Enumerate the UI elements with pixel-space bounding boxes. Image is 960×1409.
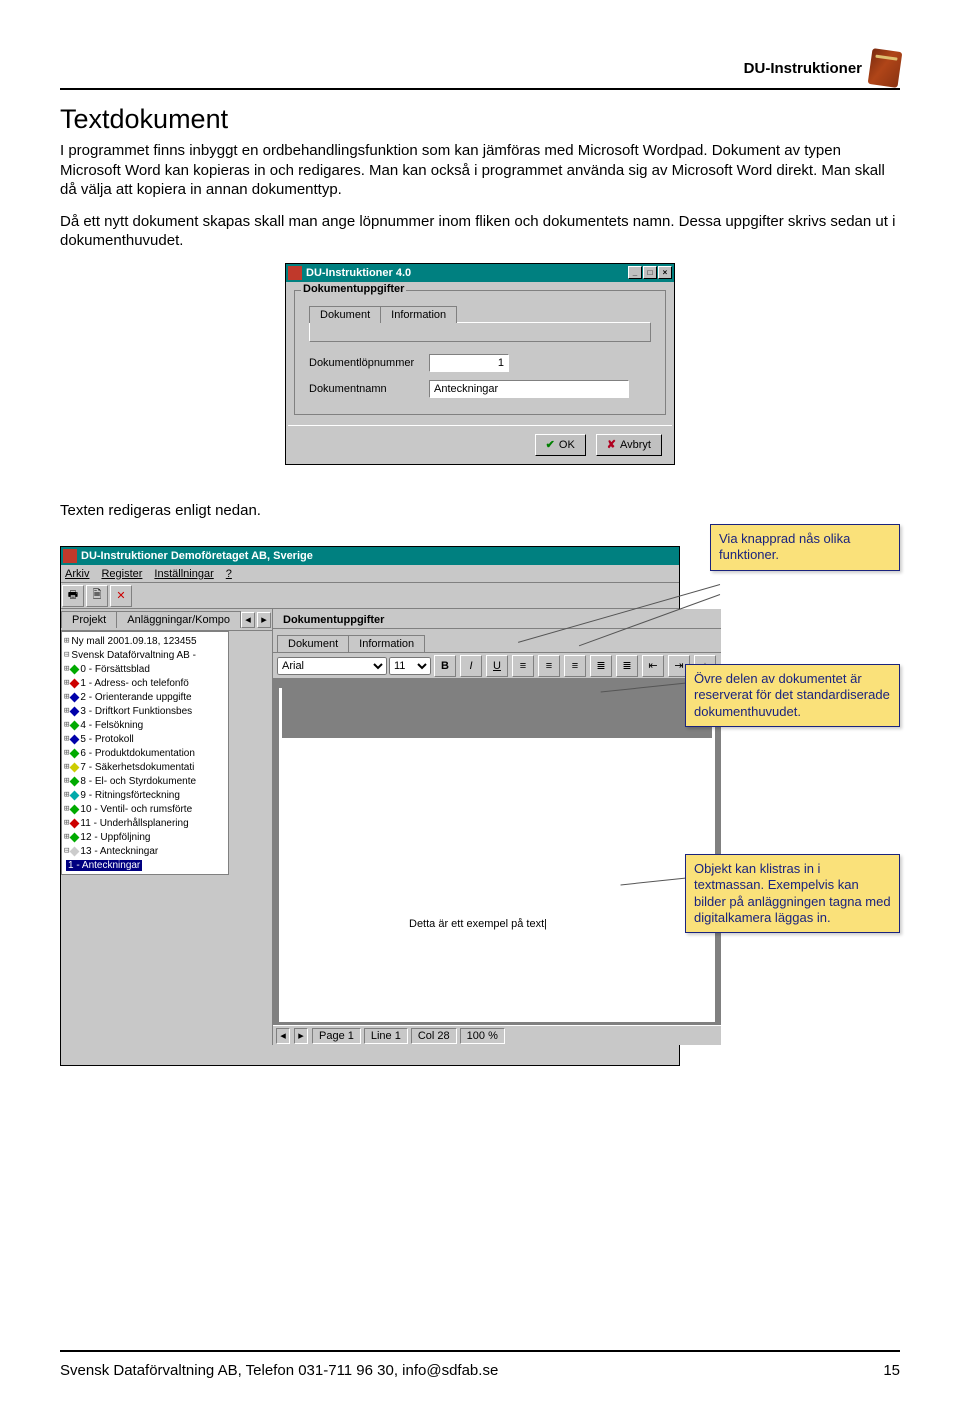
- group-legend: Dokumentuppgifter: [301, 283, 406, 295]
- new-button[interactable]: 🗎: [86, 585, 108, 607]
- paragraph-1: I programmet finns inbyggt en ordbehandl…: [60, 141, 900, 200]
- print-button[interactable]: 🖶: [62, 585, 84, 607]
- tree-item[interactable]: ⊞6 - Produktdokumentation: [64, 746, 226, 760]
- numbering-button[interactable]: ≣: [616, 655, 638, 677]
- italic-button[interactable]: I: [460, 655, 482, 677]
- align-center-button[interactable]: ≡: [538, 655, 560, 677]
- rule: [60, 88, 900, 90]
- menu-installningar[interactable]: Inställningar: [154, 568, 213, 580]
- status-page: Page 1: [312, 1028, 361, 1044]
- tab-information[interactable]: Information: [380, 306, 457, 323]
- tree-item[interactable]: ⊞1 - Adress- och telefonfö: [64, 676, 226, 690]
- footer-org: Svensk Dataförvaltning AB, Telefon 031-7…: [60, 1362, 498, 1379]
- check-icon: ✔: [546, 438, 555, 451]
- dialog-document-properties: DU-Instruktioner 4.0 _ □ × Dokumentuppgi…: [285, 263, 675, 465]
- callout-toolbar: Via knapprad nås olika funktioner.: [710, 524, 900, 571]
- label-docnumber: Dokumentlöpnummer: [309, 357, 429, 369]
- nav-projekt[interactable]: Projekt: [61, 611, 117, 628]
- app-icon: [63, 549, 77, 563]
- tree-item[interactable]: ⊞12 - Uppföljning: [64, 830, 226, 844]
- input-docname[interactable]: [429, 380, 629, 398]
- bold-button[interactable]: B: [434, 655, 456, 677]
- page-title: Textdokument: [60, 104, 900, 135]
- callout-objects: Objekt kan klistras in i textmassan. Exe…: [685, 854, 900, 933]
- tree-item[interactable]: ⊞8 - El- och Styrdokumente: [64, 774, 226, 788]
- tab-information[interactable]: Information: [348, 635, 425, 652]
- editor-window: DU-Instruktioner Demoföretaget AB, Sveri…: [60, 546, 680, 1066]
- tree-item[interactable]: ⊞2 - Orienterande uppgifte: [64, 690, 226, 704]
- paragraph-edit: Texten redigeras enligt nedan.: [60, 501, 900, 521]
- tree-item[interactable]: ⊟Svensk Dataförvaltning AB -: [64, 648, 226, 662]
- document-area[interactable]: Detta är ett exempel på text|: [273, 679, 721, 1025]
- tree-item[interactable]: ⊞4 - Felsökning: [64, 718, 226, 732]
- project-tree[interactable]: ⊞Ny mall 2001.09.18, 123455⊟Svensk Dataf…: [61, 631, 229, 875]
- book-icon: [868, 48, 903, 88]
- minimize-button[interactable]: _: [628, 266, 642, 279]
- status-line: Line 1: [364, 1028, 408, 1044]
- paragraph-2: Då ett nytt dokument skapas skall man an…: [60, 212, 900, 251]
- tab-dokument[interactable]: Dokument: [309, 306, 381, 323]
- tree-item[interactable]: ⊞11 - Underhållsplanering: [64, 816, 226, 830]
- close-button[interactable]: ×: [658, 266, 672, 279]
- dialog-title: DU-Instruktioner 4.0: [306, 267, 411, 279]
- arrow-right-icon[interactable]: ▸: [294, 1028, 308, 1044]
- page: Detta är ett exempel på text|: [279, 688, 715, 1022]
- toolbar: 🖶 🗎 ✕: [61, 583, 679, 609]
- document-text[interactable]: Detta är ett exempel på text|: [409, 918, 547, 930]
- status-zoom: 100 %: [460, 1028, 505, 1044]
- underline-button[interactable]: U: [486, 655, 508, 677]
- tree-item[interactable]: 1 - Anteckningar: [64, 858, 226, 872]
- arrow-left-icon[interactable]: ◂: [241, 612, 255, 628]
- document-header-band: [282, 688, 712, 738]
- group-legend: Dokumentuppgifter: [277, 612, 390, 628]
- page-header: DU-Instruktioner: [60, 50, 900, 86]
- statusbar: ◂ ▸ Page 1 Line 1 Col 28 100 %: [273, 1025, 721, 1045]
- format-bar: Arial 11 B I U ≡ ≡ ≡ ≣ ≣ ⇤ ⇥ ↓: [273, 653, 721, 679]
- arrow-right-icon[interactable]: ▸: [257, 612, 271, 628]
- x-icon: ✘: [607, 438, 616, 451]
- callout-header-area: Övre delen av dokumentet är reserverat f…: [685, 664, 900, 727]
- tree-item[interactable]: ⊞0 - Försättsblad: [64, 662, 226, 676]
- app-icon: [288, 266, 302, 280]
- maximize-button[interactable]: □: [643, 266, 657, 279]
- titlebar[interactable]: DU-Instruktioner 4.0 _ □ ×: [286, 264, 674, 282]
- menu-register[interactable]: Register: [101, 568, 142, 580]
- bullets-button[interactable]: ≣: [590, 655, 612, 677]
- ok-button[interactable]: ✔OK: [535, 434, 586, 456]
- tree-item[interactable]: ⊞Ny mall 2001.09.18, 123455: [64, 634, 226, 648]
- tab-dokument[interactable]: Dokument: [277, 635, 349, 652]
- editor-titlebar[interactable]: DU-Instruktioner Demoföretaget AB, Sveri…: [61, 547, 679, 565]
- nav-anlaggningar[interactable]: Anläggningar/Kompo: [116, 611, 241, 628]
- font-select[interactable]: Arial: [277, 657, 387, 675]
- align-left-button[interactable]: ≡: [512, 655, 534, 677]
- delete-button[interactable]: ✕: [110, 585, 132, 607]
- menu-help[interactable]: ?: [226, 568, 232, 580]
- nav-tabs: Projekt Anläggningar/Kompo ◂ ▸: [61, 609, 272, 631]
- tree-item[interactable]: ⊞9 - Ritningsförteckning: [64, 788, 226, 802]
- label-docname: Dokumentnamn: [309, 383, 429, 395]
- size-select[interactable]: 11: [389, 657, 431, 675]
- tree-item[interactable]: ⊞3 - Driftkort Funktionsbes: [64, 704, 226, 718]
- cancel-button[interactable]: ✘Avbryt: [596, 434, 662, 456]
- menu-arkiv[interactable]: Arkiv: [65, 568, 89, 580]
- header-title: DU-Instruktioner: [744, 60, 862, 77]
- tab-panel: [309, 322, 651, 342]
- tree-item[interactable]: ⊞7 - Säkerhetsdokumentati: [64, 760, 226, 774]
- page-footer: Svensk Dataförvaltning AB, Telefon 031-7…: [60, 1350, 900, 1379]
- align-right-button[interactable]: ≡: [564, 655, 586, 677]
- outdent-button[interactable]: ⇤: [642, 655, 664, 677]
- tree-item[interactable]: ⊟13 - Anteckningar: [64, 844, 226, 858]
- footer-page: 15: [883, 1362, 900, 1379]
- menubar: Arkiv Register Inställningar ?: [61, 565, 679, 583]
- input-docnumber[interactable]: [429, 354, 509, 372]
- editor-title: DU-Instruktioner Demoföretaget AB, Sveri…: [81, 550, 313, 562]
- arrow-left-icon[interactable]: ◂: [276, 1028, 290, 1044]
- tree-item[interactable]: ⊞10 - Ventil- och rumsförte: [64, 802, 226, 816]
- tree-item[interactable]: ⊞5 - Protokoll: [64, 732, 226, 746]
- status-col: Col 28: [411, 1028, 457, 1044]
